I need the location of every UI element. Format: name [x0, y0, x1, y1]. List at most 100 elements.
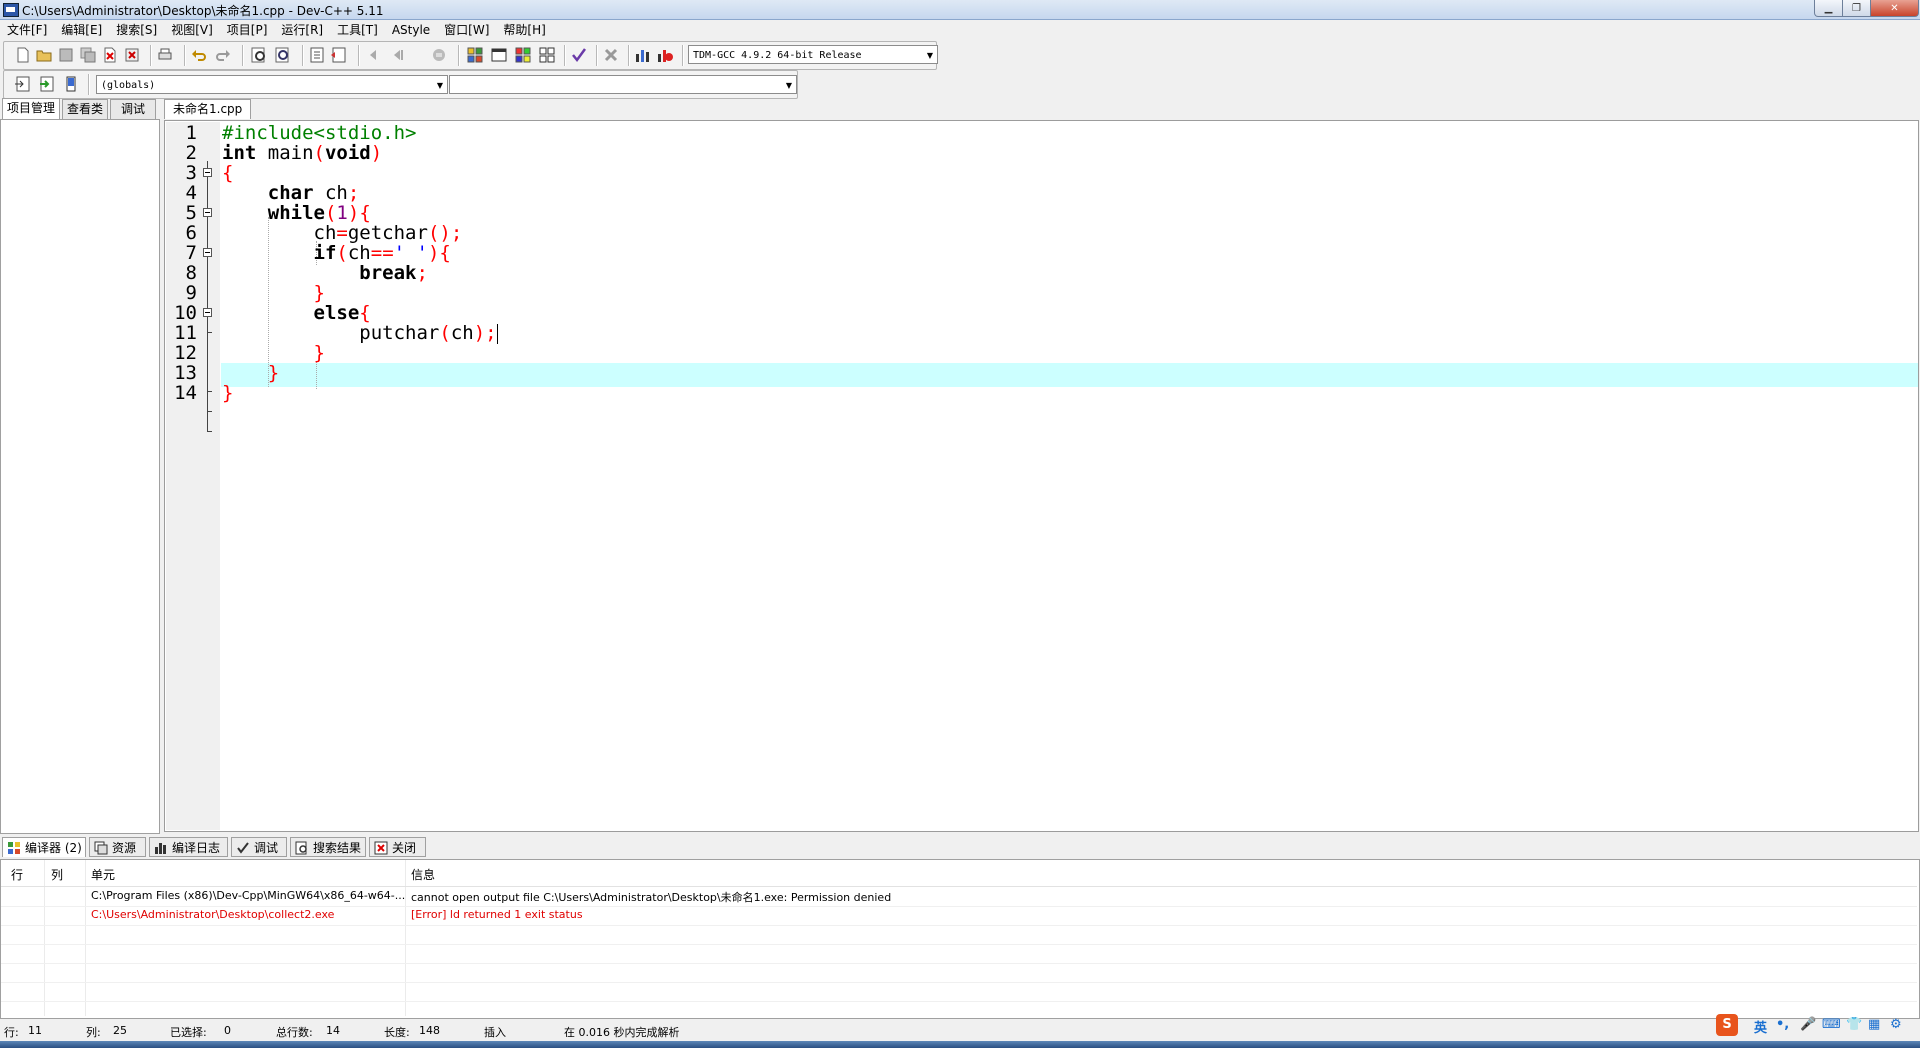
save-all-icon[interactable] — [79, 46, 97, 64]
tab-compile-log[interactable]: 编译日志 — [149, 837, 228, 857]
undo-icon[interactable] — [190, 46, 208, 64]
window-icon[interactable] — [490, 46, 508, 64]
grid-icon[interactable] — [538, 46, 556, 64]
class-browser-icon[interactable] — [514, 46, 532, 64]
tab-close-label: 关闭 — [392, 841, 417, 855]
status-bar: 行: 11 列: 25 已选择: 0 总行数: 14 长度: 148 插入 在 … — [0, 1019, 1920, 1041]
code-editor[interactable]: 1 #include<stdio.h> 2 int main(void) 3 {… — [164, 120, 1919, 832]
close-button[interactable]: ✕ — [1870, 0, 1919, 17]
status-mode: 插入 — [484, 1026, 506, 1039]
member-select[interactable]: ▼ — [449, 75, 797, 94]
compiler-messages-panel: 行 列 单元 信息 C:\Program Files (x86)\Dev-Cpp… — [0, 859, 1920, 1019]
fold-toggle-icon[interactable] — [203, 208, 212, 217]
indent-icon[interactable] — [308, 46, 326, 64]
table-row[interactable]: C:\Users\Administrator\Desktop\collect2.… — [1, 906, 1917, 926]
status-row-label: 行: — [4, 1026, 19, 1039]
goto-icon[interactable] — [38, 75, 56, 93]
left-panel: 项目管理 查看类 调试 — [0, 98, 160, 834]
message-unit: C:\Program Files (x86)\Dev-Cpp\MinGW64\x… — [91, 889, 406, 902]
menu-run[interactable]: 运行[R] — [274, 20, 330, 40]
close-all-icon[interactable] — [123, 46, 141, 64]
table-row[interactable]: C:\Program Files (x86)\Dev-Cpp\MinGW64\x… — [1, 887, 1917, 907]
status-total-label: 总行数: — [276, 1026, 313, 1039]
punctuation-icon[interactable]: •, — [1776, 1017, 1789, 1032]
status-sel-value: 0 — [224, 1024, 231, 1037]
print-icon[interactable] — [156, 46, 174, 64]
fold-toggle-icon[interactable] — [203, 168, 212, 177]
sogou-logo-icon[interactable]: S — [1716, 1014, 1738, 1036]
bookmark-icon[interactable] — [62, 75, 80, 93]
search-icon — [295, 841, 307, 855]
save-icon[interactable] — [57, 46, 75, 64]
ime-toolbar[interactable]: S 英 •, 🎤 ⌨ 👕 ▦ ⚙ — [1710, 1013, 1920, 1039]
column-header-unit[interactable]: 单元 — [91, 866, 115, 883]
tab-debug-output-label: 调试 — [254, 841, 279, 855]
column-header-info[interactable]: 信息 — [411, 866, 435, 883]
editor-tabs: 未命名1.cpp — [164, 99, 1920, 119]
menu-project[interactable]: 项目[P] — [220, 20, 275, 40]
new-project-icon[interactable] — [466, 46, 484, 64]
column-header-line[interactable]: 行 — [11, 866, 23, 883]
tab-compiler-label: 编译器 (2) — [25, 841, 82, 855]
menu-tools[interactable]: 工具[T] — [330, 20, 385, 40]
check-syntax-icon[interactable] — [570, 46, 588, 64]
table-row — [1, 944, 1917, 964]
line-number: 14 — [174, 382, 197, 404]
redo-icon[interactable] — [214, 46, 232, 64]
menu-help[interactable]: 帮助[H] — [496, 20, 552, 40]
status-len-label: 长度: — [384, 1026, 410, 1039]
taskbar — [0, 1041, 1920, 1048]
app-icon — [3, 3, 19, 17]
toggle-bookmark-icon[interactable] — [366, 46, 384, 64]
chevron-down-icon: ▼ — [436, 81, 443, 90]
microphone-icon[interactable]: 🎤 — [1800, 1017, 1816, 1032]
close-file-icon[interactable] — [101, 46, 119, 64]
find-icon[interactable] — [250, 46, 268, 64]
message-unit: C:\Users\Administrator\Desktop\collect2.… — [91, 908, 335, 921]
new-file-icon[interactable] — [14, 46, 32, 64]
tab-search-results[interactable]: 搜索结果 — [290, 837, 366, 857]
tab-debug-output[interactable]: 调试 — [231, 837, 287, 857]
unindent-icon[interactable] — [330, 46, 348, 64]
message-info: cannot open output file C:\Users\Adminis… — [411, 891, 892, 904]
tab-close[interactable]: 关闭 — [369, 837, 426, 857]
debug-chart-icon[interactable] — [656, 46, 674, 64]
compiler-grid-icon — [8, 842, 20, 854]
menu-view[interactable]: 视图[V] — [164, 20, 220, 40]
keyboard-icon[interactable]: ⌨ — [1822, 1017, 1841, 1032]
editor-tab-file[interactable]: 未命名1.cpp — [164, 99, 252, 119]
status-sel-label: 已选择: — [170, 1026, 207, 1039]
tab-class-view[interactable]: 查看类 — [62, 99, 108, 119]
minimize-button[interactable]: ▁ — [1814, 0, 1843, 17]
column-header-column[interactable]: 列 — [51, 866, 63, 883]
toolbox-icon[interactable]: ▦ — [1868, 1017, 1880, 1032]
status-total-value: 14 — [326, 1024, 340, 1037]
status-len-value: 148 — [419, 1024, 440, 1037]
insert-icon[interactable] — [14, 75, 32, 93]
fold-toggle-icon[interactable] — [203, 248, 212, 257]
fold-toggle-icon[interactable] — [203, 308, 212, 317]
goto-bookmark-icon[interactable] — [388, 46, 406, 64]
replace-icon[interactable] — [274, 46, 292, 64]
tab-debug[interactable]: 调试 — [110, 99, 156, 119]
open-file-icon[interactable] — [35, 46, 53, 64]
tab-project-manager[interactable]: 项目管理 — [2, 98, 60, 119]
ime-language[interactable]: 英 — [1754, 1017, 1767, 1036]
menu-search[interactable]: 搜索[S] — [109, 20, 164, 40]
comment-icon[interactable] — [430, 46, 448, 64]
tab-resources[interactable]: 资源 — [89, 837, 146, 857]
settings-icon[interactable]: ⚙ — [1890, 1017, 1902, 1032]
tab-compiler[interactable]: 编译器 (2) — [2, 837, 86, 857]
stop-icon[interactable] — [602, 46, 620, 64]
skin-icon[interactable]: 👕 — [1846, 1017, 1862, 1032]
menu-astyle[interactable]: AStyle — [385, 20, 437, 40]
class-select[interactable]: (globals) ▼ — [96, 75, 448, 94]
compiler-select[interactable]: TDM-GCC 4.9.2 64-bit Release ▼ — [688, 45, 938, 64]
profile-chart-icon[interactable] — [634, 46, 652, 64]
project-tree[interactable] — [0, 119, 160, 834]
secondary-toolbar: (globals) ▼ ▼ — [3, 70, 798, 99]
maximize-button[interactable]: ❐ — [1842, 0, 1871, 17]
menu-file[interactable]: 文件[F] — [0, 20, 54, 40]
menu-window[interactable]: 窗口[W] — [437, 20, 496, 40]
menu-edit[interactable]: 编辑[E] — [54, 20, 109, 40]
